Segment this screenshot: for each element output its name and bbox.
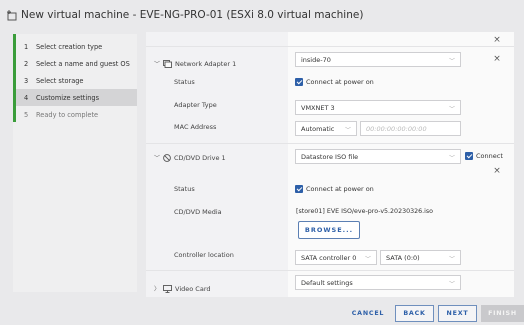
step-label: Select a name and guest OS bbox=[36, 59, 130, 68]
back-button[interactable]: BACK bbox=[395, 305, 434, 322]
step-number: 4 bbox=[24, 93, 29, 102]
checkbox-checked-icon bbox=[465, 152, 473, 160]
video-card-header[interactable]: 〉 Video Card bbox=[154, 284, 211, 294]
chevron-down-icon: ﹀ bbox=[448, 106, 455, 113]
wizard-step-1[interactable]: 1 Select creation type bbox=[16, 38, 137, 55]
chevron-down-icon: ﹀ bbox=[448, 256, 455, 263]
checkbox-label: Connect at power on bbox=[306, 78, 374, 86]
wizard-step-2[interactable]: 2 Select a name and guest OS bbox=[16, 55, 137, 72]
virtual-hardware-panel[interactable]: × ﹀ Network Adapter 1 inside-70 ﹀ × Stat… bbox=[146, 32, 514, 297]
wizard-steps: 1 Select creation type 2 Select a name a… bbox=[13, 34, 137, 292]
chevron-down-icon[interactable]: ﹀ bbox=[154, 153, 160, 162]
network-adapter-icon bbox=[163, 59, 172, 68]
network-select[interactable]: inside-70 ﹀ bbox=[295, 52, 461, 67]
dialog-title: New virtual machine - EVE-NG-PRO-01 (ESX… bbox=[21, 9, 364, 21]
network-adapter-header[interactable]: ﹀ Network Adapter 1 bbox=[154, 59, 237, 69]
chevron-down-icon: ﹀ bbox=[364, 256, 371, 263]
finish-button: FINISH bbox=[481, 305, 524, 322]
wizard-step-5: 5 Ready to complete bbox=[16, 106, 137, 123]
mac-mode-select[interactable]: Automatic ﹀ bbox=[295, 121, 357, 136]
video-card-icon bbox=[163, 284, 172, 293]
chevron-right-icon[interactable]: 〉 bbox=[154, 284, 160, 293]
chevron-down-icon: ﹀ bbox=[448, 281, 455, 288]
video-card-value: Default settings bbox=[301, 278, 353, 287]
port-value: SATA (0:0) bbox=[386, 253, 420, 262]
checkbox-label: Connect bbox=[476, 152, 503, 160]
step-label: Customize settings bbox=[36, 93, 100, 102]
mac-address-input[interactable]: 00:00:00:00:00:00 bbox=[360, 121, 461, 136]
adapter-type-label: Adapter Type bbox=[174, 101, 217, 109]
checkbox-label: Connect at power on bbox=[306, 185, 374, 193]
step-label: Ready to complete bbox=[36, 110, 99, 119]
remove-network-adapter-icon[interactable]: × bbox=[492, 54, 502, 64]
video-card-select[interactable]: Default settings ﹀ bbox=[295, 275, 461, 290]
chevron-down-icon: ﹀ bbox=[344, 127, 351, 134]
wizard-footer: CANCEL BACK NEXT FINISH bbox=[0, 305, 524, 325]
cd-dvd-media-label: CD/DVD Media bbox=[174, 208, 222, 216]
adapter-type-select[interactable]: VMXNET 3 ﹀ bbox=[295, 100, 461, 115]
status-label: Status bbox=[174, 78, 195, 86]
step-label: Select storage bbox=[36, 76, 84, 85]
row-divider bbox=[146, 46, 514, 47]
step-number: 1 bbox=[24, 42, 29, 51]
next-button[interactable]: NEXT bbox=[438, 305, 477, 322]
checkbox-checked-icon bbox=[295, 78, 303, 86]
wizard-step-3[interactable]: 3 Select storage bbox=[16, 72, 137, 89]
network-select-value: inside-70 bbox=[301, 55, 331, 64]
cd-dvd-media-path: [store01] EVE ISO/eve-pro-v5.20230326.is… bbox=[296, 208, 433, 215]
row-divider bbox=[146, 270, 514, 271]
port-select[interactable]: SATA (0:0) ﹀ bbox=[380, 250, 461, 265]
controller-value: SATA controller 0 bbox=[301, 253, 357, 262]
cd-dvd-label: CD/DVD Drive 1 bbox=[174, 153, 226, 162]
network-connect-at-power-on-checkbox[interactable]: Connect at power on bbox=[295, 78, 374, 86]
step-number: 2 bbox=[24, 59, 29, 68]
row-divider bbox=[146, 143, 514, 144]
remove-cd-dvd-icon[interactable]: × bbox=[492, 166, 502, 176]
new-vm-icon bbox=[6, 9, 17, 21]
cd-dvd-header[interactable]: ﹀ CD/DVD Drive 1 bbox=[154, 153, 226, 163]
step-number: 3 bbox=[24, 76, 29, 85]
cd-dvd-source-select[interactable]: Datastore ISO file ﹀ bbox=[295, 149, 461, 164]
step-number: 5 bbox=[24, 110, 29, 119]
cd-dvd-connect-checkbox[interactable]: Connect bbox=[465, 152, 503, 160]
close-icon[interactable]: × bbox=[492, 35, 502, 45]
mac-address-placeholder: 00:00:00:00:00:00 bbox=[366, 124, 427, 133]
cd-dvd-icon bbox=[163, 153, 171, 162]
dialog-title-bar: New virtual machine - EVE-NG-PRO-01 (ESX… bbox=[0, 0, 524, 30]
chevron-down-icon: ﹀ bbox=[448, 58, 455, 65]
checkbox-checked-icon bbox=[295, 185, 303, 193]
mac-mode-value: Automatic bbox=[301, 124, 335, 133]
customize-settings-content: × ﹀ Network Adapter 1 inside-70 ﹀ × Stat… bbox=[143, 30, 524, 298]
status-label: Status bbox=[174, 185, 195, 193]
controller-select[interactable]: SATA controller 0 ﹀ bbox=[295, 250, 377, 265]
mac-address-label: MAC Address bbox=[174, 123, 217, 131]
network-adapter-label: Network Adapter 1 bbox=[175, 59, 237, 68]
adapter-type-value: VMXNET 3 bbox=[301, 103, 335, 112]
video-card-label: Video Card bbox=[175, 284, 211, 293]
cancel-button[interactable]: CANCEL bbox=[346, 305, 390, 322]
wizard-step-4[interactable]: 4 Customize settings bbox=[16, 89, 137, 106]
chevron-down-icon: ﹀ bbox=[448, 155, 455, 162]
controller-location-label: Controller location bbox=[174, 251, 234, 259]
browse-button[interactable]: BROWSE... bbox=[298, 221, 360, 239]
step-label: Select creation type bbox=[36, 42, 103, 51]
cd-connect-at-power-on-checkbox[interactable]: Connect at power on bbox=[295, 185, 374, 193]
chevron-down-icon[interactable]: ﹀ bbox=[154, 59, 160, 68]
cd-dvd-source-value: Datastore ISO file bbox=[301, 152, 359, 161]
